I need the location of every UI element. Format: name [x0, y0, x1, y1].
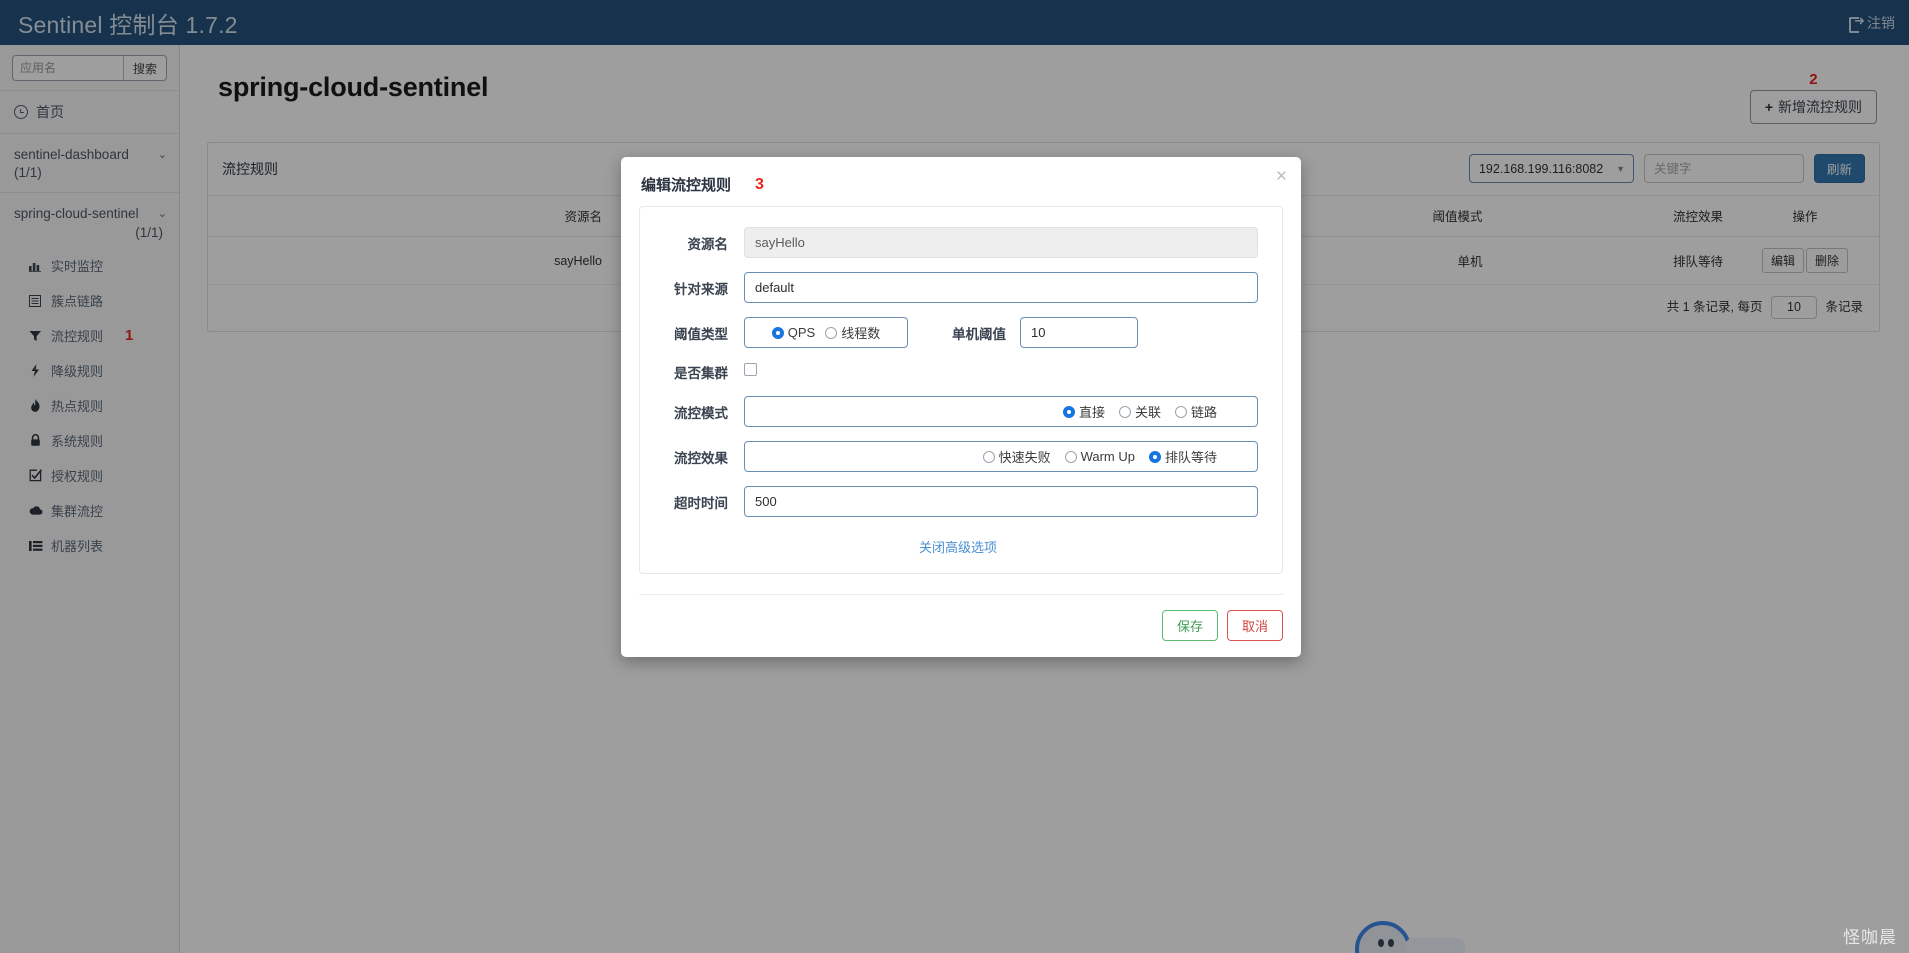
field-row-flow-mode: 流控模式 直接 关联 链路: [658, 396, 1258, 427]
radio-label: 快速失败: [998, 450, 1051, 465]
dialog-header: 编辑流控规则 3 ×: [621, 157, 1301, 206]
control-threshold-type: QPS 线程数 单机阈值: [744, 317, 1258, 348]
radio-label: 排队等待: [1164, 450, 1217, 465]
radio-dot-selected-icon: [1148, 450, 1161, 463]
flow-effect-radio-group: 快速失败 Warm Up 排队等待: [744, 441, 1258, 472]
radio-label: 线程数: [841, 326, 881, 341]
radio-label: 链路: [1190, 405, 1217, 420]
radio-dot-icon: [825, 326, 838, 339]
radio-dot-selected-icon: [1062, 405, 1075, 418]
radio-flow-mode-associated[interactable]: 关联: [1118, 402, 1161, 421]
radio-dot-icon: [1118, 405, 1131, 418]
control-origin: [744, 272, 1258, 303]
label-single-threshold: 单机阈值: [952, 326, 1006, 342]
radio-dot-icon: [1174, 405, 1187, 418]
field-row-timeout: 超时时间: [658, 486, 1258, 517]
radio-flow-mode-chain[interactable]: 链路: [1174, 402, 1217, 421]
control-flow-effect: 快速失败 Warm Up 排队等待: [744, 441, 1258, 472]
radio-threshold-type-threads[interactable]: 线程数: [825, 323, 880, 342]
field-row-origin: 针对来源: [658, 272, 1258, 303]
label-flow-mode: 流控模式: [674, 405, 728, 421]
resource-name-input: [744, 227, 1258, 258]
radio-dot-selected-icon: [771, 326, 784, 339]
cluster-checkbox[interactable]: [744, 363, 757, 376]
origin-input[interactable]: [744, 272, 1258, 303]
label-flow-effect: 流控效果: [674, 450, 728, 466]
dialog-mark: 3: [755, 175, 764, 193]
watermark: 怪咖晨: [1843, 928, 1897, 947]
timeout-input[interactable]: [744, 486, 1258, 517]
label-origin: 针对来源: [674, 281, 728, 297]
radio-flow-effect-fast-fail[interactable]: 快速失败: [982, 447, 1051, 466]
dialog-body: 资源名 针对来源 阈值类型: [621, 206, 1301, 594]
flow-mode-radio-group: 直接 关联 链路: [744, 396, 1258, 427]
radio-label: 关联: [1134, 405, 1161, 420]
radio-flow-mode-direct[interactable]: 直接: [1062, 402, 1105, 421]
label-cluster: 是否集群: [674, 366, 728, 381]
radio-dot-icon: [1064, 450, 1077, 463]
field-row-cluster: 是否集群: [658, 362, 1258, 382]
control-cluster: [744, 363, 1258, 381]
radio-flow-effect-warm-up[interactable]: Warm Up: [1064, 449, 1135, 464]
rule-form: 资源名 针对来源 阈值类型: [639, 206, 1283, 574]
cancel-button[interactable]: 取消: [1226, 610, 1283, 641]
edit-flow-rule-dialog: 编辑流控规则 3 × 资源名 针对来源 阈值: [621, 157, 1301, 657]
radio-flow-effect-queue[interactable]: 排队等待: [1148, 447, 1217, 466]
radio-threshold-type-qps[interactable]: QPS: [771, 325, 816, 340]
dialog-footer: 保存 取消: [639, 594, 1283, 657]
control-resource: [744, 227, 1258, 258]
label-timeout: 超时时间: [674, 495, 728, 511]
radio-label: Warm Up: [1080, 449, 1135, 464]
control-flow-mode: 直接 关联 链路: [744, 396, 1258, 427]
toggle-advanced-options-link[interactable]: 关闭高级选项: [919, 540, 997, 555]
app-root: Sentinel 控制台 1.7.2 注销 搜索 首页 sentinel-das…: [0, 0, 1909, 953]
dialog-title: 编辑流控规则: [641, 177, 732, 194]
label-threshold-type: 阈值类型: [674, 326, 728, 342]
close-icon[interactable]: ×: [1276, 167, 1287, 186]
radio-label: 直接: [1078, 405, 1105, 420]
single-threshold-input[interactable]: [1020, 317, 1138, 348]
label-resource: 资源名: [687, 236, 729, 252]
advanced-options-row: 关闭高级选项: [658, 531, 1258, 561]
radio-label: QPS: [787, 325, 816, 340]
field-row-flow-effect: 流控效果 快速失败 Warm Up 排队等待: [658, 441, 1258, 472]
radio-dot-icon: [982, 450, 995, 463]
save-button[interactable]: 保存: [1161, 610, 1218, 641]
control-timeout: [744, 486, 1258, 517]
field-row-resource: 资源名: [658, 227, 1258, 258]
field-row-threshold-type: 阈值类型 QPS 线程数 单机阈值: [658, 317, 1258, 348]
threshold-type-radio-group: QPS 线程数: [744, 317, 908, 348]
